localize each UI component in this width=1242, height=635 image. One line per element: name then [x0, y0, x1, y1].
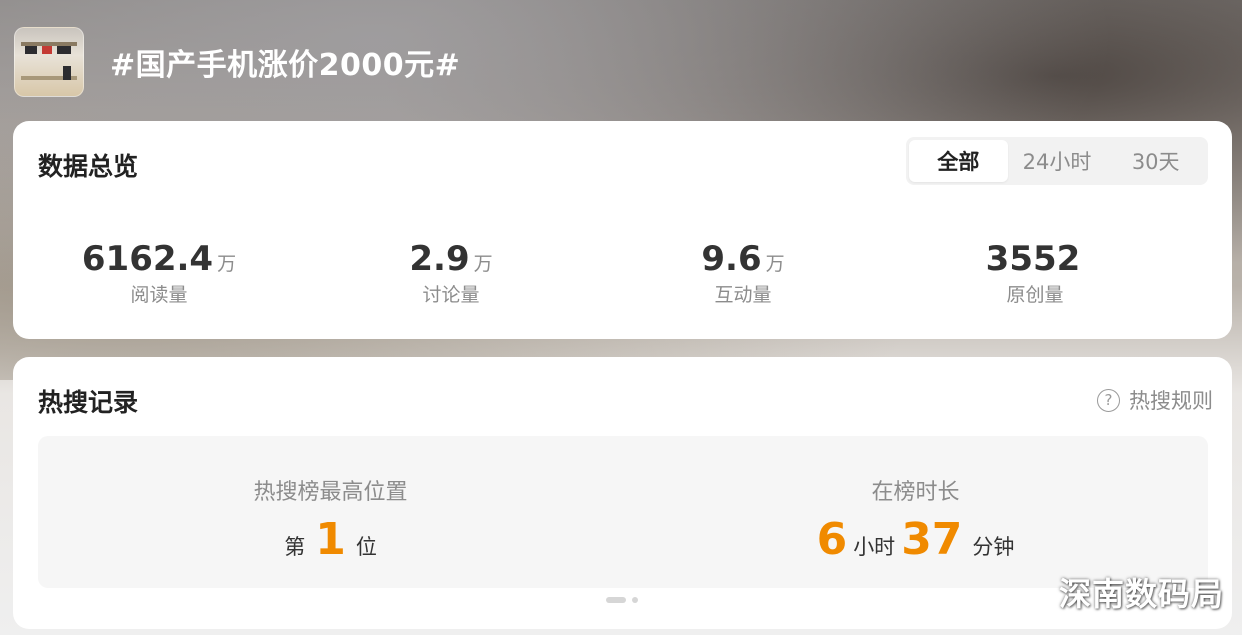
stat-unit: 万	[473, 253, 493, 275]
tab-30-days[interactable]: 30天	[1106, 140, 1205, 182]
stat-value: 3552	[985, 239, 1081, 279]
stat-reads: 6162.4 万 阅读量	[13, 239, 305, 307]
position-suffix: 位	[355, 535, 377, 559]
highest-position: 热搜榜最高位置 第 1 位	[38, 436, 623, 588]
hours-value: 6	[816, 514, 848, 565]
hot-search-panel: 热搜榜最高位置 第 1 位 在榜时长 6 小时 37 分钟	[38, 436, 1208, 588]
stat-interactions: 9.6 万 互动量	[597, 239, 889, 307]
stat-label: 原创量	[1006, 284, 1064, 306]
topic-header: #国产手机涨价2000元#	[14, 26, 460, 98]
tab-all[interactable]: 全部	[909, 140, 1008, 182]
stat-discussions: 2.9 万 讨论量	[305, 239, 597, 307]
position-prefix: 第	[284, 535, 306, 559]
stat-label: 讨论量	[422, 284, 480, 306]
stat-label: 互动量	[714, 284, 772, 306]
rules-label: 热搜规则	[1129, 389, 1213, 413]
pagination-dots[interactable]	[606, 597, 638, 603]
time-on-list-label: 在榜时长	[871, 480, 960, 505]
time-range-tabs: 全部 24小时 30天	[906, 137, 1208, 185]
hot-search-rules-link[interactable]: ? 热搜规则	[1097, 385, 1213, 415]
stats-row: 6162.4 万 阅读量 2.9 万 讨论量 9.6 万 互动量 3552 原创	[13, 239, 1232, 307]
hours-unit: 小时	[853, 535, 896, 559]
stat-label: 阅读量	[130, 284, 188, 306]
hot-search-card: 热搜记录 ? 热搜规则 热搜榜最高位置 第 1 位 在榜时长 6 小时 37 分…	[13, 357, 1232, 629]
stat-value: 9.6	[701, 239, 762, 279]
overview-title: 数据总览	[38, 152, 139, 181]
stat-value: 2.9	[409, 239, 470, 279]
position-value: 1	[315, 514, 346, 565]
page-dot-active[interactable]	[606, 597, 626, 603]
stat-unit: 万	[217, 253, 237, 275]
stat-unit: 万	[765, 253, 785, 275]
question-circle-icon: ?	[1097, 388, 1120, 412]
minutes-unit: 分钟	[972, 535, 1015, 559]
page-dot[interactable]	[632, 597, 638, 603]
tab-24-hours[interactable]: 24小时	[1008, 140, 1107, 182]
watermark: 深南数码局	[1058, 575, 1224, 613]
topic-thumbnail[interactable]	[14, 27, 84, 97]
overview-card: 数据总览 全部 24小时 30天 6162.4 万 阅读量 2.9 万 讨论量 …	[13, 121, 1232, 339]
stat-original-posts: 3552 原创量	[889, 239, 1181, 307]
time-on-list: 在榜时长 6 小时 37 分钟	[623, 436, 1208, 588]
highest-position-label: 热搜榜最高位置	[253, 480, 408, 505]
topic-title: #国产手机涨价2000元#	[110, 48, 461, 83]
minutes-value: 37	[901, 514, 963, 565]
hot-search-title: 热搜记录	[38, 388, 139, 417]
stat-value: 6162.4	[81, 239, 214, 279]
